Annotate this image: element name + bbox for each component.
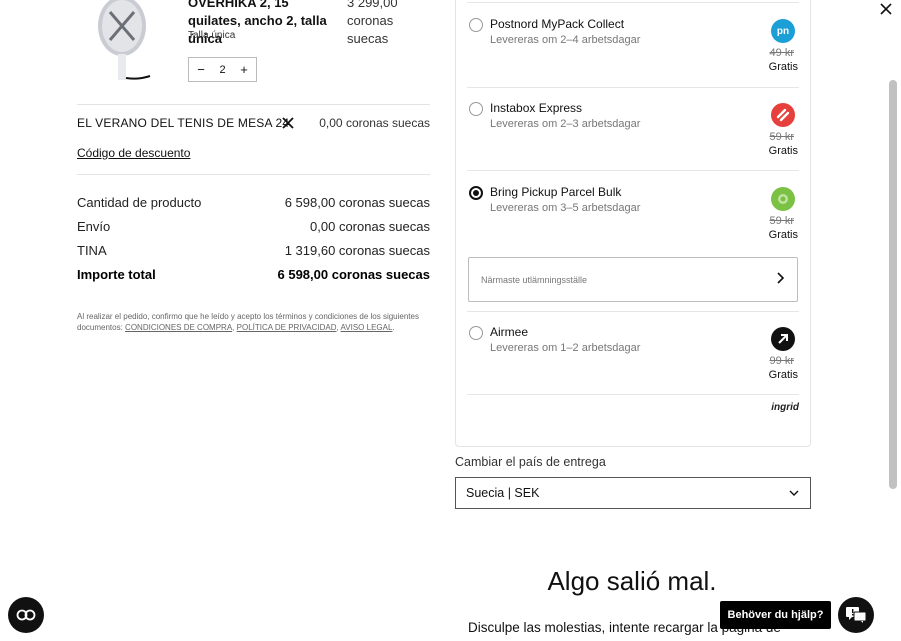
- ingrid-logo: ingrid: [771, 402, 799, 413]
- shipping-price: Gratis: [768, 229, 798, 241]
- scrollbar[interactable]: [887, 80, 899, 489]
- divider: [467, 311, 799, 312]
- shipping-price: Gratis: [768, 369, 798, 381]
- summary-row-subtotal: Cantidad de producto 6 598,00 coronas su…: [77, 195, 430, 210]
- remove-promo-icon[interactable]: [280, 115, 296, 131]
- instabox-logo-icon: [771, 103, 795, 127]
- legal-separator: ,: [232, 323, 235, 332]
- legal-notice-link[interactable]: AVISO LEGAL: [341, 323, 393, 332]
- summary-value: 0,00 coronas suecas: [310, 219, 430, 234]
- summary-value: 1 319,60 coronas suecas: [284, 243, 430, 258]
- terms-link[interactable]: CONDICIONES DE COMPRA: [125, 323, 232, 332]
- shipping-price: Gratis: [768, 61, 798, 73]
- total-label: Importe total: [77, 267, 156, 282]
- postnord-logo-icon: pn: [771, 19, 795, 43]
- old-price: 49 kr: [769, 47, 794, 59]
- summary-row-vat: TINA 1 319,60 coronas suecas: [77, 243, 430, 258]
- shipping-name: Postnord MyPack Collect: [490, 17, 625, 31]
- product-image: [92, 0, 162, 86]
- legal-notice: Al realizar el pedido, confirmo que he l…: [77, 311, 422, 333]
- shipping-eta: Levereras om 2–4 arbetsdagar: [490, 34, 641, 46]
- divider: [77, 174, 430, 175]
- shipping-eta: Levereras om 1–2 arbetsdagar: [490, 342, 641, 354]
- privacy-link[interactable]: POLÍTICA DE PRIVACIDAD: [237, 323, 337, 332]
- summary-value: 6 598,00 coronas suecas: [284, 195, 430, 210]
- airmee-logo-icon: [771, 327, 795, 351]
- quantity-stepper[interactable]: − 2 +: [188, 57, 257, 82]
- pickup-placeholder: Närmaste utlämningsställe: [481, 274, 588, 285]
- legal-end: .: [392, 323, 395, 332]
- increase-quantity-button[interactable]: +: [238, 62, 250, 77]
- radio-button[interactable]: [469, 326, 483, 340]
- shipping-option-postnord[interactable]: Postnord MyPack Collect Levereras om 2–4…: [467, 16, 799, 88]
- country-selected: Suecia | SEK: [466, 486, 540, 500]
- chevron-right-icon: [775, 271, 785, 289]
- promo-amount: 0,00 coronas suecas: [319, 116, 430, 130]
- close-icon[interactable]: [877, 0, 895, 18]
- shipping-eta: Levereras om 2–3 arbetsdagar: [490, 118, 641, 130]
- divider: [467, 2, 799, 3]
- accessibility-icon[interactable]: [8, 597, 44, 633]
- country-label: Cambiar el país de entrega: [455, 455, 606, 469]
- shipping-eta: Levereras om 3–5 arbetsdagar: [490, 202, 641, 214]
- help-button[interactable]: Behöver du hjälp?: [720, 601, 831, 629]
- shipping-price: Gratis: [768, 145, 798, 157]
- old-price: 59 kr: [769, 215, 794, 227]
- shipping-name: Bring Pickup Parcel Bulk: [490, 185, 622, 199]
- pickup-point-selector[interactable]: Närmaste utlämningsställe: [468, 257, 798, 302]
- discount-code-link[interactable]: Código de descuento: [77, 146, 190, 160]
- shipping-name: Instabox Express: [490, 101, 583, 115]
- summary-label: Envío: [77, 219, 111, 234]
- scrollbar-thumb[interactable]: [889, 80, 897, 489]
- radio-button-selected[interactable]: [469, 186, 483, 200]
- legal-separator: ,: [336, 323, 339, 332]
- divider: [77, 104, 430, 105]
- quantity-value: 2: [219, 63, 226, 76]
- product-price: 3 299,00 coronas suecas: [347, 0, 398, 46]
- summary-label: Cantidad de producto: [77, 195, 202, 210]
- bring-logo-icon: [771, 187, 795, 211]
- chevron-down-icon: [788, 486, 800, 500]
- country-select[interactable]: Suecia | SEK: [455, 477, 811, 509]
- shipping-option-airmee[interactable]: Airmee Levereras om 1–2 arbetsdagar 99 k…: [467, 324, 799, 395]
- chat-icon[interactable]: [838, 597, 874, 633]
- shipping-name: Airmee: [490, 325, 529, 339]
- error-title: Algo salió mal.: [547, 566, 717, 596]
- decrease-quantity-button[interactable]: −: [195, 62, 207, 77]
- shipping-option-instabox[interactable]: Instabox Express Levereras om 2–3 arbets…: [467, 100, 799, 171]
- radio-button[interactable]: [469, 18, 483, 32]
- product-size: Talla única: [188, 30, 236, 41]
- summary-row-total: Importe total 6 598,00 coronas suecas: [77, 267, 430, 282]
- summary-row-shipping: Envío 0,00 coronas suecas: [77, 219, 430, 234]
- promo-code: EL VERANO DEL TENIS DE MESA 24: [77, 116, 290, 130]
- old-price: 99 kr: [769, 355, 794, 367]
- old-price: 59 kr: [769, 131, 794, 143]
- shipping-option-bring[interactable]: Bring Pickup Parcel Bulk Levereras om 3–…: [467, 184, 799, 253]
- summary-label: TINA: [77, 243, 107, 258]
- radio-button[interactable]: [469, 102, 483, 116]
- total-value: 6 598,00 coronas suecas: [277, 267, 431, 282]
